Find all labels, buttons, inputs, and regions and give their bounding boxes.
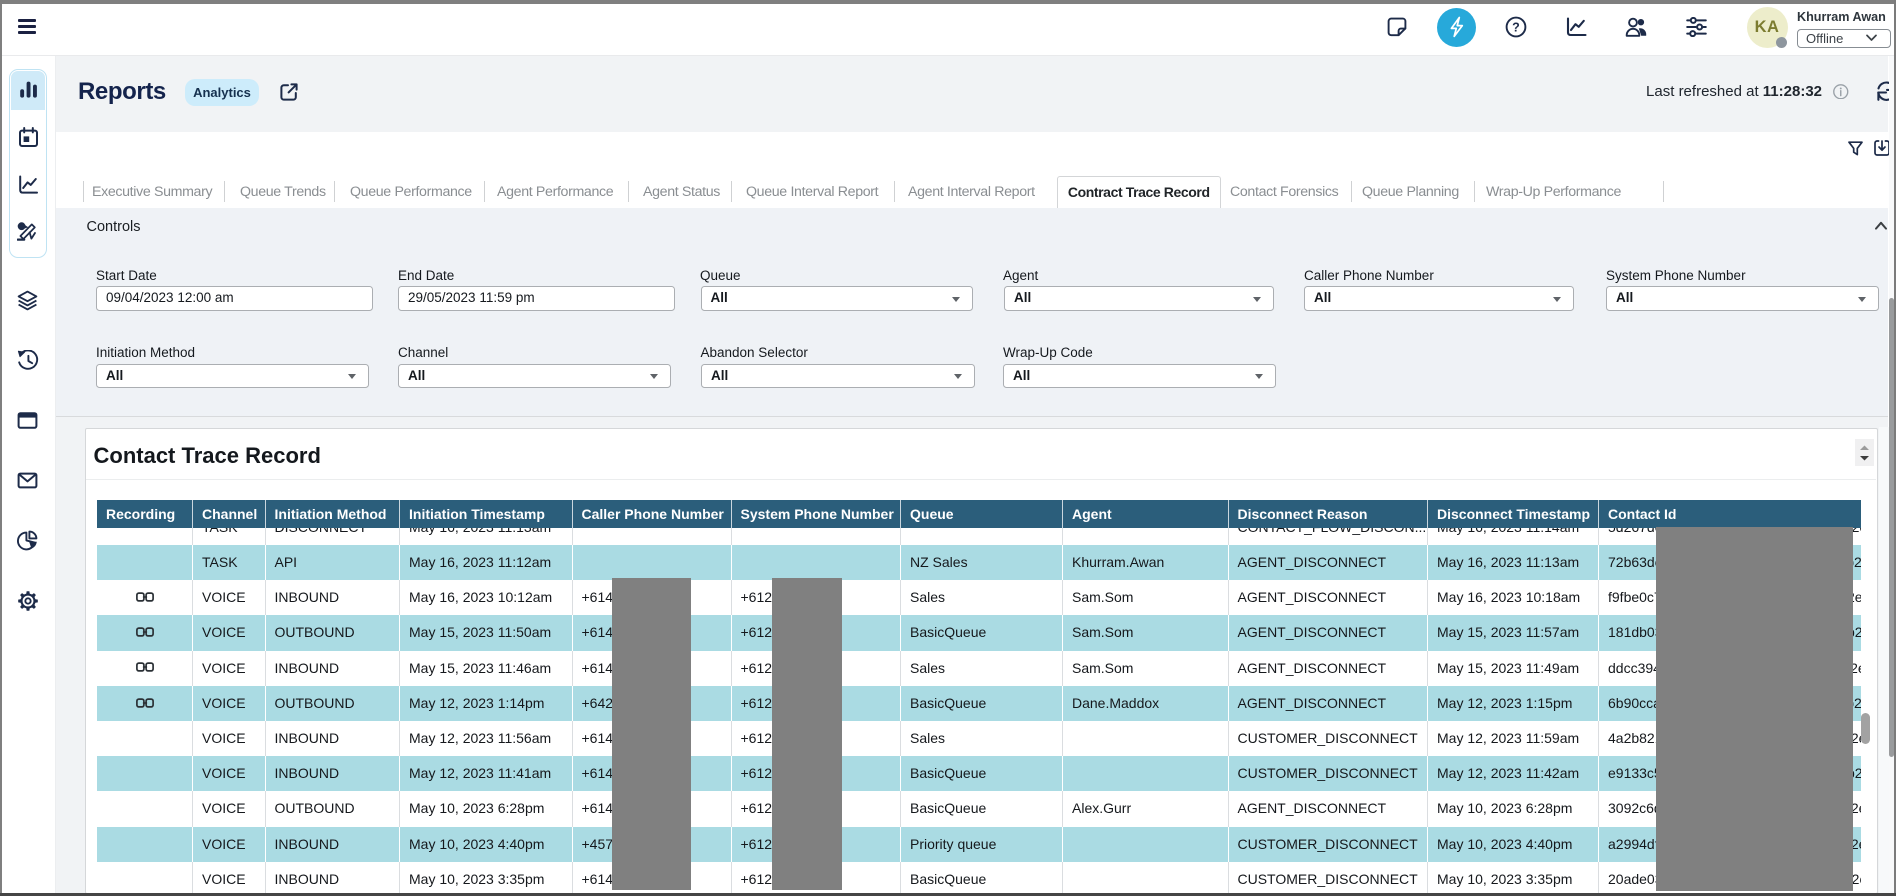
svg-text:?: ?: [1512, 20, 1520, 34]
